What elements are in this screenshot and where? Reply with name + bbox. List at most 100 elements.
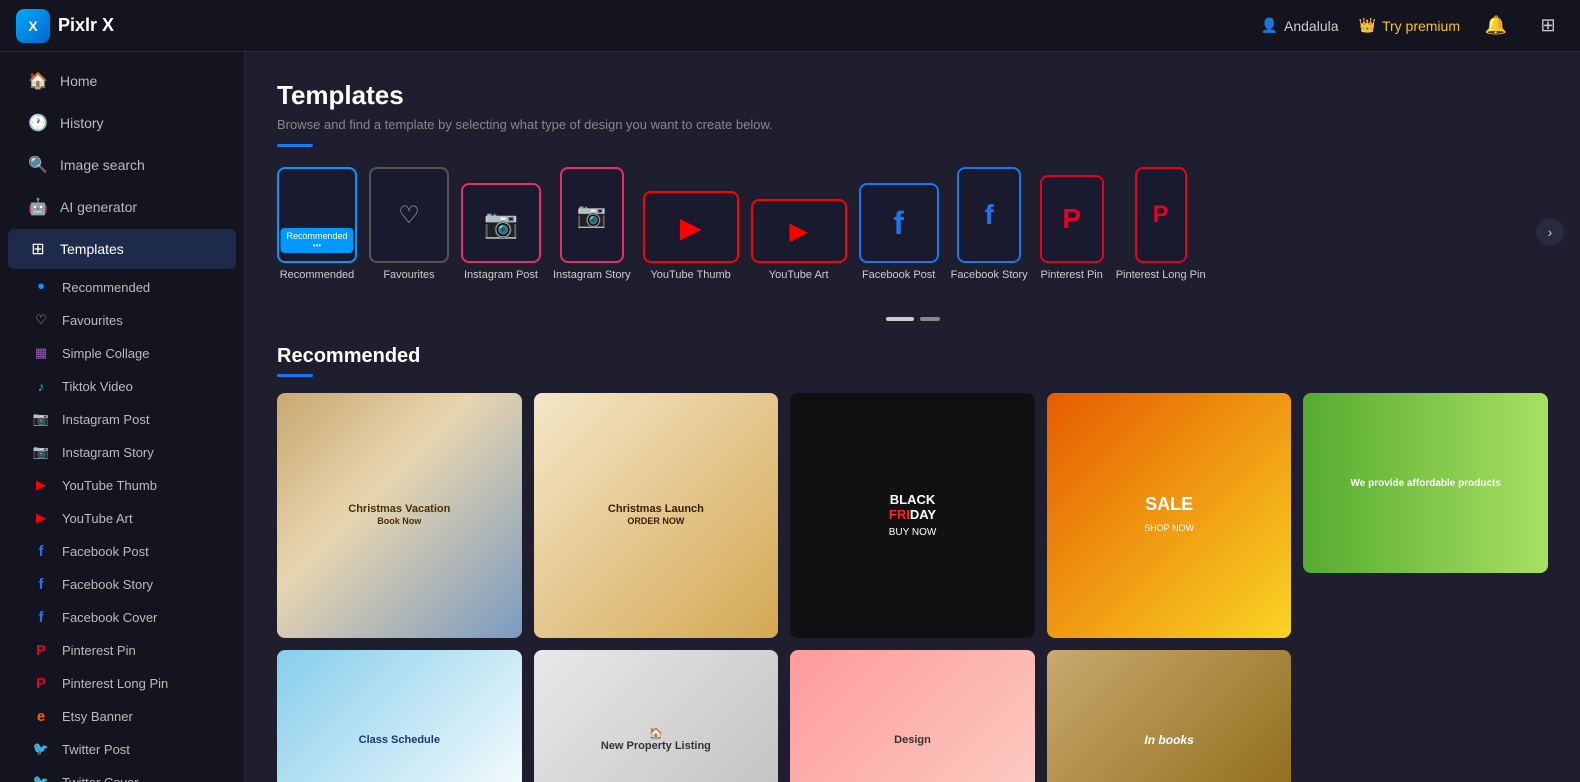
history-icon: 🕐 [28, 113, 48, 133]
pinterest-icon: P [32, 641, 50, 659]
type-card-label-pinterest-long: Pinterest Long Pin [1116, 269, 1206, 281]
type-card-label-recommended: Recommended [280, 269, 355, 281]
sidebar-item-history[interactable]: 🕐 History [8, 103, 236, 143]
sidebar-item-pinterest-long[interactable]: P Pinterest Long Pin [16, 667, 236, 699]
type-card-box-instagram-post: 📷 [461, 183, 541, 263]
apps-button[interactable]: ⊞ [1532, 10, 1564, 42]
user-menu[interactable]: 👤 Andalula [1261, 17, 1339, 34]
sidebar-label-recommended: Recommended [62, 280, 150, 295]
sidebar-label-ai: AI generator [60, 199, 137, 215]
sidebar-label-tiktok: Tiktok Video [62, 379, 133, 394]
topnav-right: 👤 Andalula 👑 Try premium 🔔 ⊞ [1261, 10, 1564, 42]
template-card-4[interactable]: SALESHOP NOW [1047, 393, 1292, 638]
sidebar-item-twitter-post[interactable]: 🐦 Twitter Post [16, 733, 236, 765]
sidebar-item-etsy[interactable]: e Etsy Banner [16, 700, 236, 732]
twitter-icon: 🐦 [32, 740, 50, 758]
bell-button[interactable]: 🔔 [1480, 10, 1512, 42]
template-card-3[interactable]: BLACKFRIDAYBUY NOW [790, 393, 1035, 638]
type-card-box-pinterest-pin: P [1040, 175, 1104, 263]
heart-large-icon: ♡ [398, 201, 420, 230]
templates-icon: ⊞ [28, 239, 48, 259]
type-card-label-facebook-post: Facebook Post [862, 269, 935, 281]
sidebar-label-instagram-story: Instagram Story [62, 445, 154, 460]
heart-icon: ♡ [32, 311, 50, 329]
type-card-instagram-story[interactable]: 📷 Instagram Story [553, 167, 631, 281]
sidebar-item-tiktok[interactable]: ♪ Tiktok Video [16, 370, 236, 402]
sidebar-item-instagram-story[interactable]: 📷 Instagram Story [16, 436, 236, 468]
app-name: Pixlr X [58, 15, 114, 36]
template-card-6[interactable]: Class Schedule [277, 650, 522, 782]
template-card-bg-8: Design [790, 650, 1035, 782]
sidebar-item-facebook-story[interactable]: f Facebook Story [16, 568, 236, 600]
template-card-bg-9: In books [1047, 650, 1292, 782]
type-card-box-facebook-post: f [859, 183, 939, 263]
instagram-icon: 📷 [32, 410, 50, 428]
instagram-story-large-icon: 📷 [577, 201, 607, 230]
sidebar-label-image-search: Image search [60, 157, 145, 173]
sidebar-label-etsy: Etsy Banner [62, 709, 133, 724]
sidebar-item-ai-generator[interactable]: 🤖 AI generator [8, 187, 236, 227]
sidebar-label-twitter-cover: Twitter Cover [62, 775, 139, 782]
facebook-icon: f [32, 542, 50, 560]
sidebar-label-favourites: Favourites [62, 313, 123, 328]
template-card-7[interactable]: 🏠New Property Listing [534, 650, 779, 782]
template-card-9[interactable]: In books [1047, 650, 1292, 782]
youtube-art-large-icon: ▶ [789, 217, 807, 246]
dot-1 [886, 317, 914, 321]
template-label-1: Christmas VacationBook Now [348, 503, 450, 527]
type-card-instagram-post[interactable]: 📷 Instagram Post [461, 183, 541, 281]
type-card-pinterest-pin[interactable]: P Pinterest Pin [1040, 175, 1104, 281]
type-card-label-facebook-story: Facebook Story [951, 269, 1028, 281]
template-card-bg-4: SALESHOP NOW [1047, 393, 1292, 638]
template-label-7: 🏠New Property Listing [601, 727, 711, 752]
template-card-8[interactable]: Design [790, 650, 1035, 782]
sidebar-label-youtube-thumb: YouTube Thumb [62, 478, 157, 493]
type-card-label-youtube-thumb: YouTube Thumb [650, 269, 730, 281]
type-card-youtube-thumb[interactable]: ▶ YouTube Thumb [643, 191, 739, 281]
template-card-1[interactable]: Christmas VacationBook Now [277, 393, 522, 638]
facebook-cover-icon: f [32, 608, 50, 626]
sidebar-item-facebook-post[interactable]: f Facebook Post [16, 535, 236, 567]
sidebar-item-facebook-cover[interactable]: f Facebook Cover [16, 601, 236, 633]
template-label-9: In books [1144, 733, 1193, 747]
template-types-wrapper: Recommended ••• Recommended ♡ Favourites [277, 167, 1548, 297]
sidebar-item-simple-collage[interactable]: ▦ Simple Collage [16, 337, 236, 369]
type-card-facebook-post[interactable]: f Facebook Post [859, 183, 939, 281]
type-card-youtube-art[interactable]: ▶ YouTube Art [751, 199, 847, 281]
topnav: X Pixlr X 👤 Andalula 👑 Try premium 🔔 ⊞ [0, 0, 1580, 52]
section-underline [277, 374, 313, 377]
sidebar-item-twitter-cover[interactable]: 🐦 Twitter Cover [16, 766, 236, 782]
sidebar-item-home[interactable]: 🏠 Home [8, 61, 236, 101]
pinterest-long-large-icon: P [1153, 201, 1169, 229]
facebook-story-icon: f [32, 575, 50, 593]
sidebar-label-facebook-cover: Facebook Cover [62, 610, 157, 625]
sidebar-item-pinterest-pin[interactable]: P Pinterest Pin [16, 634, 236, 666]
type-card-recommended[interactable]: Recommended ••• Recommended [277, 167, 357, 281]
facebook-large-icon: f [893, 205, 904, 242]
sidebar-item-image-search[interactable]: 🔍 Image search [8, 145, 236, 185]
sidebar-item-templates[interactable]: ⊞ Templates [8, 229, 236, 269]
sidebar-item-favourites[interactable]: ♡ Favourites [16, 304, 236, 336]
sidebar-label-history: History [60, 115, 104, 131]
template-card-bg-6: Class Schedule [277, 650, 522, 782]
recommended-badge: Recommended ••• [280, 228, 353, 253]
sidebar-item-instagram-post[interactable]: 📷 Instagram Post [16, 403, 236, 435]
main-content: Templates Browse and find a template by … [245, 52, 1580, 782]
sidebar-item-recommended[interactable]: • Recommended [16, 271, 236, 303]
premium-button[interactable]: 👑 Try premium [1359, 17, 1460, 34]
template-label-3: BLACKFRIDAYBUY NOW [889, 492, 937, 539]
type-dots [277, 317, 1548, 321]
template-card-2[interactable]: Christmas LaunchORDER NOW [534, 393, 779, 638]
dot-2 [920, 317, 940, 321]
sidebar-item-youtube-art[interactable]: ▶ YouTube Art [16, 502, 236, 534]
scroll-right-button[interactable]: › [1536, 218, 1564, 246]
type-card-label-youtube-art: YouTube Art [769, 269, 829, 281]
type-card-pinterest-long[interactable]: P Pinterest Long Pin [1116, 167, 1206, 281]
dot-icon: • [32, 278, 50, 296]
template-label-2: Christmas LaunchORDER NOW [608, 503, 704, 527]
templates-grid: Christmas VacationBook Now Christmas Lau… [277, 393, 1548, 782]
type-card-facebook-story[interactable]: f Facebook Story [951, 167, 1028, 281]
template-card-5[interactable]: We provide affordable products [1303, 393, 1548, 573]
sidebar-item-youtube-thumb[interactable]: ▶ YouTube Thumb [16, 469, 236, 501]
type-card-favourites[interactable]: ♡ Favourites [369, 167, 449, 281]
